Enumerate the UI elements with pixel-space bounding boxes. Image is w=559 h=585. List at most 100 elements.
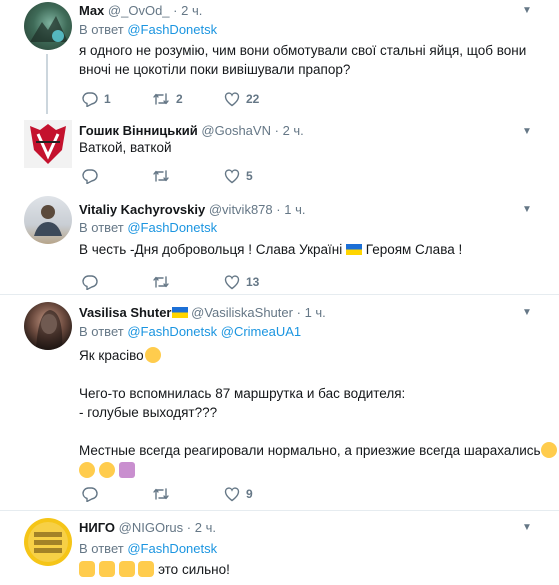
text-line: Ваткой, ваткой	[79, 140, 172, 155]
tears-of-joy-emoji	[540, 442, 557, 458]
like-button[interactable]: 9	[224, 484, 253, 502]
chevron-down-icon[interactable]: ▼	[521, 307, 533, 319]
tweet-text: это сильно!	[79, 560, 230, 579]
clapping-hands-emoji	[79, 561, 95, 577]
tweet-nigo[interactable]: НИГО @NIGOrus · 2 ч. ▼ В ответ @FashDone…	[0, 511, 559, 585]
tweet-text: я одного не розумію, чим вони обмотували…	[79, 41, 526, 79]
tweet-max[interactable]: Max @_OvOd_ · 2 ч. ▼ В ответ @FashDonets…	[0, 0, 559, 118]
like-icon	[224, 92, 240, 107]
chevron-down-icon[interactable]: ▼	[521, 522, 533, 534]
tweet-header: НИГО @NIGOrus · 2 ч.	[79, 519, 216, 536]
retweet-icon	[153, 276, 169, 288]
text-segment: Местные всегда реагировали нормально, а …	[79, 443, 541, 458]
timestamp[interactable]: 2 ч.	[181, 3, 202, 18]
emoji-line	[79, 461, 557, 480]
separator-dot: ·	[274, 123, 279, 138]
tweet-text: В честь -Дня добровольця ! Слава Україні…	[79, 240, 462, 259]
reply-prefix: В ответ	[79, 22, 124, 37]
text-line: Як красіво	[79, 346, 557, 365]
username[interactable]: @VasiliskaShuter	[191, 305, 293, 320]
reply-button[interactable]	[82, 166, 104, 185]
separator-dot: ·	[173, 3, 178, 18]
tweet-vasilisa[interactable]: Vasilisa Shuter @VasiliskaShuter · 1 ч. …	[0, 295, 559, 510]
retweet-button[interactable]	[152, 166, 176, 184]
like-count: 13	[246, 274, 260, 289]
reply-icon	[82, 169, 98, 185]
like-count: 22	[246, 91, 260, 106]
reply-button[interactable]	[82, 484, 104, 503]
ukraine-flag-emoji	[171, 307, 188, 318]
display-name[interactable]: Vitaliy Kachyrovskiy	[79, 202, 205, 217]
thread-line	[46, 54, 48, 114]
timestamp[interactable]: 2 ч.	[195, 520, 216, 535]
mention-link[interactable]: @FashDonetsk	[127, 22, 217, 37]
tweet-goshik[interactable]: Гошик Вінницький @GoshaVN · 2 ч. ▼ Ватко…	[0, 118, 559, 193]
clapping-hands-emoji	[118, 561, 135, 577]
display-name[interactable]: Гошик Вінницький	[79, 123, 198, 138]
reply-context: В ответ @FashDonetsk	[79, 540, 217, 557]
username[interactable]: @vitvik878	[209, 202, 273, 217]
retweet-button[interactable]: 2	[152, 89, 183, 107]
reply-prefix: В ответ	[79, 324, 124, 339]
display-name[interactable]: НИГО	[79, 520, 115, 535]
timestamp[interactable]: 2 ч.	[283, 123, 304, 138]
like-button[interactable]: 5	[224, 166, 253, 184]
avatar[interactable]	[24, 518, 72, 566]
text-segment: В честь -Дня добровольця ! Слава Україні	[79, 242, 343, 257]
tears-of-joy-emoji	[98, 462, 115, 478]
chevron-down-icon[interactable]: ▼	[521, 204, 533, 216]
display-name[interactable]: Max	[79, 3, 104, 18]
mention-link[interactable]: @FashDonetsk	[127, 324, 217, 339]
tweet-header: Vasilisa Shuter @VasiliskaShuter · 1 ч.	[79, 304, 326, 321]
timestamp[interactable]: 1 ч.	[305, 305, 326, 320]
avatar[interactable]	[24, 2, 72, 50]
reply-icon	[82, 487, 98, 503]
like-icon	[224, 487, 240, 502]
thumbs-up-emoji	[138, 561, 155, 577]
reply-prefix: В ответ	[79, 541, 124, 556]
text-segment: это сильно!	[158, 562, 230, 577]
facepalm-emoji	[118, 462, 135, 478]
separator-dot: ·	[276, 202, 281, 217]
username[interactable]: @_OvOd_	[108, 3, 170, 18]
retweet-icon	[153, 93, 169, 105]
reply-button[interactable]	[82, 272, 104, 291]
text-line: я одного не розумію, чим вони обмотували…	[79, 43, 527, 58]
retweet-button[interactable]	[152, 484, 176, 502]
chevron-down-icon[interactable]: ▼	[521, 126, 533, 138]
reply-prefix: В ответ	[79, 220, 124, 235]
conversation-feed: Max @_OvOd_ · 2 ч. ▼ В ответ @FashDonets…	[0, 0, 559, 585]
mention-link[interactable]: @FashDonetsk	[127, 541, 217, 556]
retweet-count: 2	[176, 91, 183, 106]
display-name[interactable]: Vasilisa Shuter	[79, 305, 172, 320]
reply-context: В ответ @FashDonetsk	[79, 219, 217, 236]
separator-dot: ·	[186, 520, 192, 535]
tweet-vitaliy[interactable]: Vitaliy Kachyrovskiy @vitvik878 · 1 ч. ▼…	[0, 193, 559, 293]
reply-button[interactable]: 1	[82, 89, 111, 108]
retweet-button[interactable]	[152, 272, 176, 290]
tweet-header: Vitaliy Kachyrovskiy @vitvik878 · 1 ч.	[79, 201, 305, 218]
reply-count: 1	[104, 91, 111, 106]
username[interactable]: @NIGOrus	[119, 520, 183, 535]
mention-link[interactable]: @FashDonetsk	[127, 220, 217, 235]
separator-dot: ·	[296, 305, 301, 320]
retweet-icon	[153, 170, 169, 182]
tweet-text: Як красіво Чего-то вспомнилась 87 маршру…	[79, 346, 557, 480]
like-button[interactable]: 13	[224, 272, 259, 290]
tweet-header: Max @_OvOd_ · 2 ч.	[79, 2, 202, 19]
heart-eyes-emoji	[144, 347, 161, 363]
retweet-icon	[153, 488, 169, 500]
avatar[interactable]	[24, 196, 72, 244]
avatar[interactable]	[24, 302, 72, 350]
mention-link[interactable]: @CrimeaUA1	[221, 324, 301, 339]
avatar[interactable]	[24, 120, 72, 168]
chevron-down-icon[interactable]: ▼	[521, 5, 533, 17]
timestamp[interactable]: 1 ч.	[284, 202, 305, 217]
like-icon	[224, 275, 240, 290]
text-line: - голубые выходят???	[79, 405, 218, 420]
reply-icon	[82, 275, 98, 291]
reply-icon	[82, 92, 98, 108]
like-button[interactable]: 22	[224, 89, 259, 107]
reply-context: В ответ @FashDonetsk	[79, 21, 217, 38]
username[interactable]: @GoshaVN	[201, 123, 271, 138]
